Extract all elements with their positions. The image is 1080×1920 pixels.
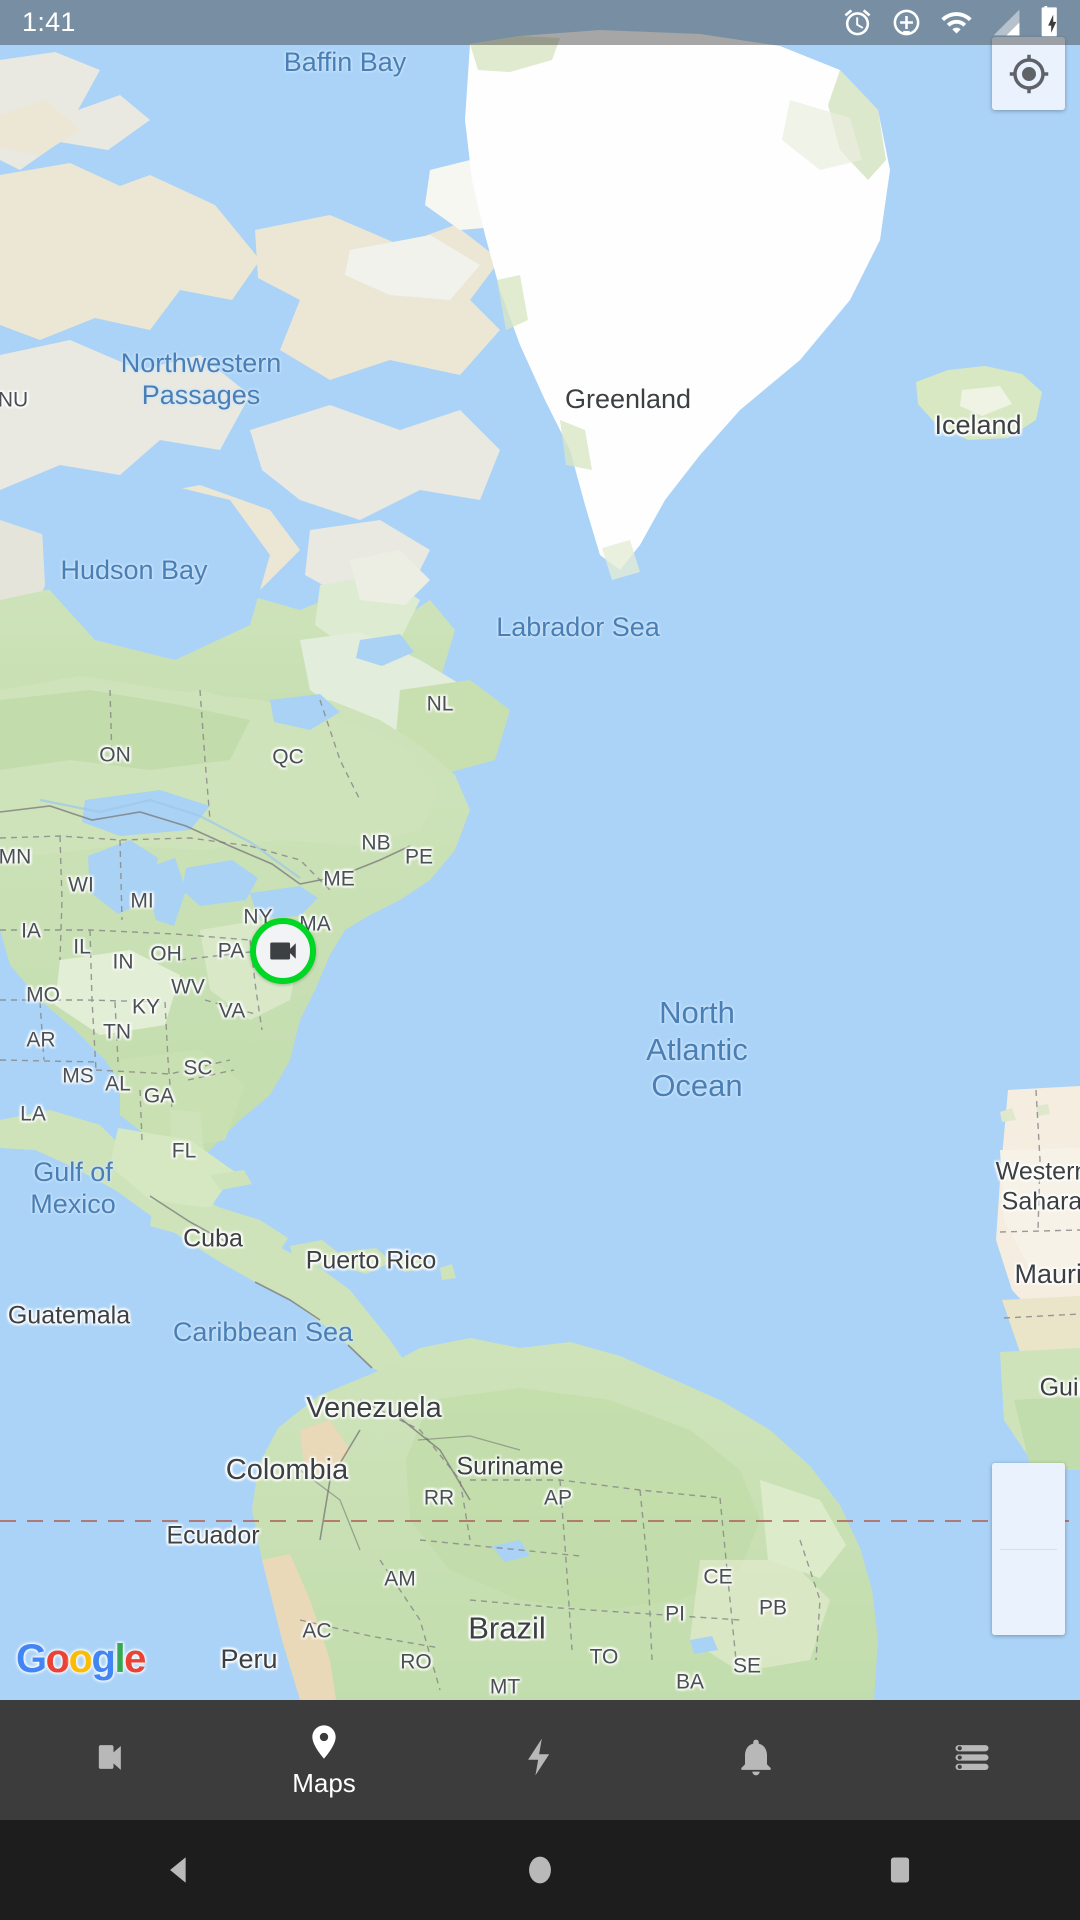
status-bar: 1:41 — [0, 0, 1080, 45]
tab-more[interactable] — [864, 1700, 1080, 1820]
circle-icon — [529, 1856, 551, 1884]
google-logo: Google — [16, 1637, 146, 1682]
wifi-icon — [941, 12, 972, 34]
minus-icon — [992, 1549, 1065, 1635]
my-location-icon — [1009, 54, 1048, 93]
google-logo-letter: g — [91, 1637, 116, 1681]
my-location-button[interactable] — [992, 37, 1065, 110]
lightning-bolt-icon — [528, 1738, 550, 1776]
tab-cameras[interactable] — [0, 1700, 216, 1820]
tab-automations[interactable] — [432, 1700, 648, 1820]
cellular-signal-icon — [993, 9, 1020, 36]
status-bar-clock: 1:41 — [22, 7, 76, 37]
status-bar-icons — [842, 6, 1064, 39]
google-logo-letter: G — [16, 1637, 47, 1681]
android-navigation-bar — [0, 1820, 1080, 1920]
google-logo-letter: l — [114, 1637, 125, 1681]
video-camera-icon — [270, 942, 296, 960]
bottom-tab-bar: Maps — [0, 1700, 1080, 1820]
zoom-controls[interactable] — [992, 1463, 1065, 1635]
location-add-icon — [893, 9, 920, 36]
triangle-left-icon — [170, 1857, 186, 1883]
google-logo-letter: o — [68, 1637, 93, 1681]
location-pin-icon — [312, 1724, 336, 1759]
list-menu-icon — [955, 1745, 989, 1771]
android-home-button[interactable] — [360, 1853, 720, 1887]
google-logo-letter: o — [45, 1637, 70, 1681]
map-canvas[interactable]: Baffin Bay Northwestern Passages Hudson … — [0, 0, 1080, 1700]
zoom-out-button[interactable] — [992, 1549, 1065, 1635]
tab-maps[interactable]: Maps — [216, 1700, 432, 1820]
android-recents-button[interactable] — [720, 1853, 1080, 1887]
google-logo-letter: e — [124, 1637, 146, 1681]
map-geometry — [0, 0, 1080, 1700]
tab-notifications[interactable] — [648, 1700, 864, 1820]
video-camera-icon — [98, 1745, 121, 1770]
android-back-button[interactable] — [0, 1853, 360, 1887]
tab-label: Maps — [292, 1767, 356, 1798]
zoom-in-button[interactable] — [992, 1463, 1065, 1549]
alarm-icon — [844, 9, 871, 36]
square-icon — [890, 1857, 910, 1883]
camera-location-marker[interactable] — [250, 918, 316, 984]
bell-icon — [741, 1739, 771, 1776]
phone-screen: Baffin Bay Northwestern Passages Hudson … — [0, 0, 1080, 1920]
battery-charging-icon — [1041, 6, 1057, 37]
